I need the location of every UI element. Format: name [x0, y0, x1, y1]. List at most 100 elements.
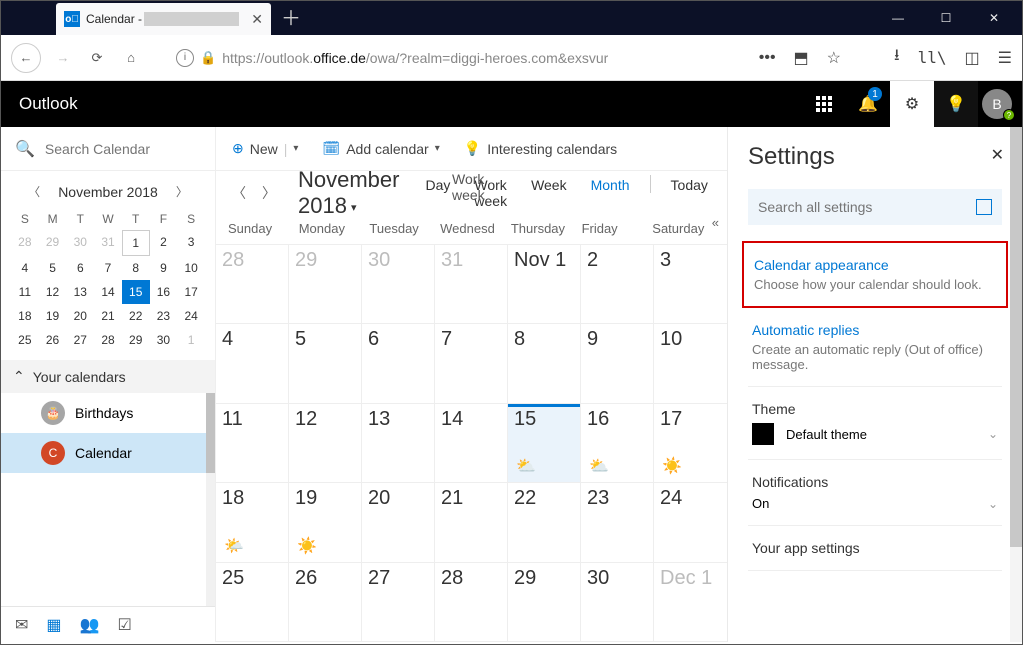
mini-next-month-button[interactable]: 〉 [168, 179, 196, 204]
mini-day[interactable]: 22 [122, 304, 150, 328]
window-maximize-button[interactable]: ☐ [924, 4, 968, 32]
day-cell[interactable]: 12 [289, 404, 362, 482]
mini-day[interactable]: 29 [39, 230, 67, 256]
day-cell[interactable]: 4 [216, 324, 289, 402]
menu-icon[interactable]: ☰ [998, 48, 1012, 68]
mini-day[interactable]: 24 [177, 304, 205, 328]
day-cell[interactable]: 17☀️ [654, 404, 727, 482]
day-cell[interactable]: 29 [289, 245, 362, 323]
day-cell[interactable]: 30 [581, 563, 654, 641]
day-cell[interactable]: 15⛅ [508, 404, 581, 482]
people-module-icon[interactable]: 👥 [80, 615, 100, 635]
day-cell[interactable]: 23 [581, 483, 654, 561]
mini-day[interactable]: 1 [177, 328, 205, 352]
day-cell[interactable]: 16⛅ [581, 404, 654, 482]
bookmark-star-icon[interactable]: ☆ [827, 48, 841, 68]
mini-day[interactable]: 3 [177, 230, 205, 256]
day-cell[interactable]: 24 [654, 483, 727, 561]
period-title[interactable]: November 2018▾ Work week [292, 167, 405, 219]
today-button[interactable]: Today [667, 175, 712, 211]
mini-day[interactable]: 6 [66, 256, 94, 280]
day-cell[interactable]: 11 [216, 404, 289, 482]
mini-day[interactable]: 23 [150, 304, 178, 328]
mini-day[interactable]: 9 [150, 256, 178, 280]
mini-day[interactable]: 2 [150, 230, 178, 256]
site-info-icon[interactable]: i [176, 49, 194, 67]
day-cell[interactable]: 2 [581, 245, 654, 323]
day-cell[interactable]: Nov 1 [508, 245, 581, 323]
forward-button[interactable]: → [51, 46, 75, 70]
window-minimize-button[interactable]: — [876, 4, 920, 32]
settings-item[interactable]: Calendar appearanceChoose how your calen… [742, 241, 1008, 308]
day-cell[interactable]: 28 [216, 245, 289, 323]
mini-prev-month-button[interactable]: 〈 [20, 179, 48, 204]
settings-search[interactable] [748, 189, 1002, 225]
mini-day[interactable]: 7 [94, 256, 122, 280]
view-tab[interactable]: Month [587, 175, 634, 211]
mini-day[interactable]: 30 [66, 230, 94, 256]
mini-day[interactable]: 18 [11, 304, 39, 328]
mini-day[interactable]: 21 [94, 304, 122, 328]
notifications-icon[interactable]: 🔔1 [846, 81, 890, 127]
mini-day[interactable]: 31 [94, 230, 122, 256]
home-button[interactable]: ⌂ [119, 46, 143, 70]
settings-value-row[interactable]: Default theme⌄ [752, 423, 998, 445]
tasks-module-icon[interactable]: ☑ [117, 615, 131, 635]
mini-day[interactable]: 28 [11, 230, 39, 256]
mini-day[interactable]: 19 [39, 304, 67, 328]
downloads-icon[interactable]: ⭳ [894, 44, 900, 71]
day-cell[interactable]: 7 [435, 324, 508, 402]
app-launcher-icon[interactable] [802, 81, 846, 127]
url-bar[interactable]: i 🔒 https://outlook.office.de/owa/?realm… [168, 42, 849, 74]
mini-calendar-title[interactable]: November 2018 [58, 184, 158, 200]
library-icon[interactable]: ll\ [918, 48, 947, 67]
mini-day[interactable]: 16 [150, 280, 178, 304]
mini-day[interactable]: 14 [94, 280, 122, 304]
day-cell[interactable]: 13 [362, 404, 435, 482]
mini-day[interactable]: 27 [66, 328, 94, 352]
prev-period-button[interactable]: 〈 [232, 183, 246, 203]
mini-day[interactable]: 13 [66, 280, 94, 304]
add-calendar-button[interactable]: 🗓Add calendar▾ [322, 140, 439, 157]
next-period-button[interactable]: 〉 [262, 183, 276, 203]
main-scrollbar-thumb[interactable] [1010, 127, 1022, 547]
chevron-down-icon[interactable]: ▾ [293, 143, 298, 154]
mini-day[interactable]: 10 [177, 256, 205, 280]
day-cell[interactable]: 6 [362, 324, 435, 402]
day-cell[interactable]: 14 [435, 404, 508, 482]
settings-value-row[interactable]: On⌄ [752, 496, 998, 511]
chevron-down-icon[interactable]: ▾ [435, 143, 440, 154]
mini-day[interactable]: 11 [11, 280, 39, 304]
day-cell[interactable]: 22 [508, 483, 581, 561]
settings-item-title[interactable]: Calendar appearance [754, 257, 996, 273]
mini-day[interactable]: 8 [122, 256, 150, 280]
page-actions-icon[interactable]: ••• [759, 49, 776, 67]
interesting-calendars-button[interactable]: 💡Interesting calendars [464, 140, 617, 157]
back-button[interactable]: ← [11, 43, 41, 73]
mini-day[interactable]: 30 [150, 328, 178, 352]
sidebar-toggle-icon[interactable]: ◫ [965, 48, 980, 68]
day-cell[interactable]: 29 [508, 563, 581, 641]
search-calendar[interactable]: 🔍 [1, 127, 215, 171]
day-cell[interactable]: 26 [289, 563, 362, 641]
day-cell[interactable]: 9 [581, 324, 654, 402]
window-close-button[interactable]: ✕ [972, 4, 1016, 32]
day-cell[interactable]: Dec 1 [654, 563, 727, 641]
day-cell[interactable]: 28 [435, 563, 508, 641]
mini-day[interactable]: 26 [39, 328, 67, 352]
settings-close-button[interactable]: ✕ [991, 145, 1004, 165]
day-cell[interactable]: 25 [216, 563, 289, 641]
settings-item[interactable]: NotificationsOn⌄ [748, 460, 1002, 526]
day-cell[interactable]: 19☀️ [289, 483, 362, 561]
search-calendar-input[interactable] [45, 141, 185, 157]
day-cell[interactable]: 10 [654, 324, 727, 402]
mini-day[interactable]: 5 [39, 256, 67, 280]
mini-day[interactable]: 29 [122, 328, 150, 352]
day-cell[interactable]: 27 [362, 563, 435, 641]
calendar-list-item[interactable]: CCalendar [1, 433, 215, 473]
collapse-panel-icon[interactable]: « [712, 215, 719, 230]
view-tab[interactable]: Week [527, 175, 571, 211]
mini-day[interactable]: 17 [177, 280, 205, 304]
new-tab-button[interactable]: ＋ [281, 2, 301, 35]
settings-item-title[interactable]: Automatic replies [752, 322, 998, 338]
